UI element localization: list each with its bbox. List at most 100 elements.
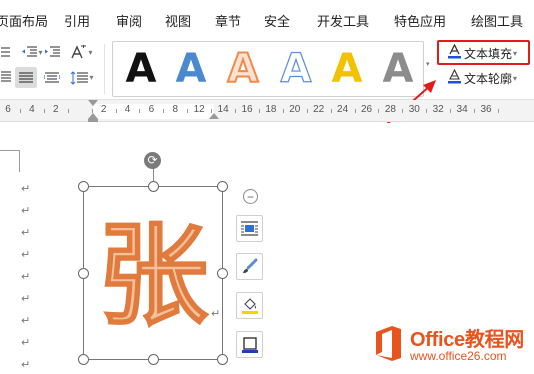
ruler-tick: [187, 109, 189, 113]
list-icon[interactable]: [0, 42, 14, 62]
collapse-toolbar-button[interactable]: −: [243, 189, 258, 204]
align-left-icon[interactable]: [0, 67, 12, 87]
resize-handle-bottom[interactable]: [148, 354, 159, 365]
wordart-style-letter: A: [125, 46, 157, 92]
paragraph-mark: ↵: [21, 359, 31, 371]
ruler-tick: [163, 109, 165, 113]
wordart-style-black[interactable]: A: [121, 49, 161, 89]
wordart-style-orange-outline[interactable]: A: [223, 46, 263, 92]
char-scale-icon: [71, 45, 87, 59]
resize-handle-right[interactable]: [217, 268, 228, 279]
menu-view[interactable]: 视图: [165, 11, 191, 30]
menu-special-apps[interactable]: 特色应用: [394, 11, 446, 30]
paragraph-mark: ↵: [21, 183, 31, 195]
line-spacing-button[interactable]: ▾: [66, 67, 98, 88]
shape-style-brush-icon: [243, 258, 258, 273]
minus-icon: −: [246, 189, 254, 204]
fill-bucket-icon: [241, 297, 258, 314]
ruler-label: 22: [313, 104, 325, 115]
line-spacing-icon: [71, 70, 89, 85]
ruler-label: 8: [172, 104, 179, 115]
wordart-style-letter: A: [227, 46, 260, 92]
ruler-label: 4: [29, 104, 35, 115]
text-outline-label: 文本轮廓: [464, 71, 513, 86]
distribute-button[interactable]: [41, 67, 63, 88]
ruler-tick: [497, 109, 499, 113]
resize-handle-top[interactable]: [148, 181, 159, 192]
shape-outline-button[interactable]: [236, 331, 263, 358]
paragraph-mark: ↵: [211, 308, 221, 320]
wrap-text-button[interactable]: [236, 215, 263, 242]
paragraph-mark: ↵: [21, 271, 31, 283]
rotate-handle-icon[interactable]: ⟳: [144, 152, 161, 169]
menu-developer-tools[interactable]: 开发工具: [317, 11, 369, 30]
menu-drawing-tools[interactable]: 绘图工具: [471, 11, 523, 30]
ruler-label: 28: [384, 104, 396, 115]
justify-button[interactable]: [15, 67, 37, 88]
ruler-label: 36: [480, 104, 492, 115]
ruler-label: 14: [217, 104, 229, 115]
ribbon-separator: [104, 44, 105, 94]
wordart-style-gold[interactable]: A: [327, 49, 367, 89]
horizontal-ruler[interactable]: 6 4 2 2 4 6 8 12 14 16 18 20 22 24 26 28 30 32 34 36: [0, 100, 534, 122]
ruler-tick: [115, 109, 117, 113]
rotate-connector: [153, 168, 154, 181]
wordart-text[interactable]: 张: [93, 211, 213, 341]
decrease-indent-icon: [22, 46, 38, 57]
ruler-label: 4: [124, 104, 131, 115]
menu-review[interactable]: 审阅: [116, 11, 142, 30]
ruler-tick: [378, 109, 380, 113]
ruler-label: 2: [100, 104, 107, 115]
menu-references[interactable]: 引用: [64, 11, 90, 30]
distribute-icon: [44, 71, 60, 83]
office-watermark: Office教程网 www.office26.com: [372, 321, 534, 374]
ruler-label: 34: [456, 104, 468, 115]
office-logo-icon: [376, 326, 401, 361]
first-line-indent-marker[interactable]: [88, 100, 98, 106]
paragraph-mark: ↵: [21, 249, 31, 261]
shape-fill-button[interactable]: [236, 292, 263, 319]
ruler-tick: [354, 109, 356, 113]
resize-handle-bottom-left[interactable]: [78, 354, 89, 365]
ruler-tick: [306, 109, 308, 113]
page-corner-mark: [0, 150, 19, 151]
ruler-tick: [402, 109, 404, 113]
right-indent-marker[interactable]: [209, 113, 219, 119]
ruler-tick: [19, 109, 21, 113]
increase-indent-button[interactable]: [40, 42, 64, 62]
ruler-label: 6: [148, 104, 155, 115]
paragraph-mark: ↵: [21, 315, 31, 327]
text-outline-button[interactable]: 文本轮廓 ▾: [447, 68, 517, 88]
paragraph-mark: ↵: [21, 227, 31, 239]
resize-handle-top-right[interactable]: [217, 181, 228, 192]
shape-style-button[interactable]: [236, 253, 263, 280]
paragraph-mark: ↵: [21, 293, 31, 305]
gallery-more-icon[interactable]: ▾: [426, 60, 430, 68]
ruler-label: 18: [265, 104, 277, 115]
ruler-label: 30: [408, 104, 420, 115]
resize-handle-bottom-right[interactable]: [217, 354, 228, 365]
watermark-title: Office教程网: [410, 329, 524, 351]
char-scale-button[interactable]: ▾: [66, 42, 96, 62]
wrap-text-icon: [241, 221, 258, 236]
ruler-label: 2: [53, 104, 59, 115]
ruler-label: 16: [241, 104, 253, 115]
menu-bar: 页面布局 引用 审阅 视图 章节 安全 开发工具 特色应用 绘图工具: [0, 0, 534, 38]
ruler-tick: [235, 109, 237, 113]
resize-handle-top-left[interactable]: [78, 181, 89, 192]
ruler-tick: [43, 109, 45, 113]
ruler-tick: [450, 109, 452, 113]
text-outline-icon: [447, 68, 461, 87]
resize-handle-left[interactable]: [78, 268, 89, 279]
menu-chapter[interactable]: 章节: [215, 11, 241, 30]
ruler-tick: [67, 109, 69, 113]
wordart-style-blue-outline[interactable]: A: [276, 48, 316, 89]
wordart-style-letter: A: [175, 46, 207, 92]
left-indent-bar[interactable]: [88, 119, 98, 122]
menu-security[interactable]: 安全: [264, 11, 290, 30]
paragraph-mark: ↵: [21, 205, 31, 217]
wordart-style-letter: A: [331, 46, 363, 92]
menu-page-layout[interactable]: 页面布局: [0, 11, 48, 30]
wordart-style-blue[interactable]: A: [171, 49, 211, 89]
wordart-style-gallery: A A A A A A: [112, 41, 424, 97]
